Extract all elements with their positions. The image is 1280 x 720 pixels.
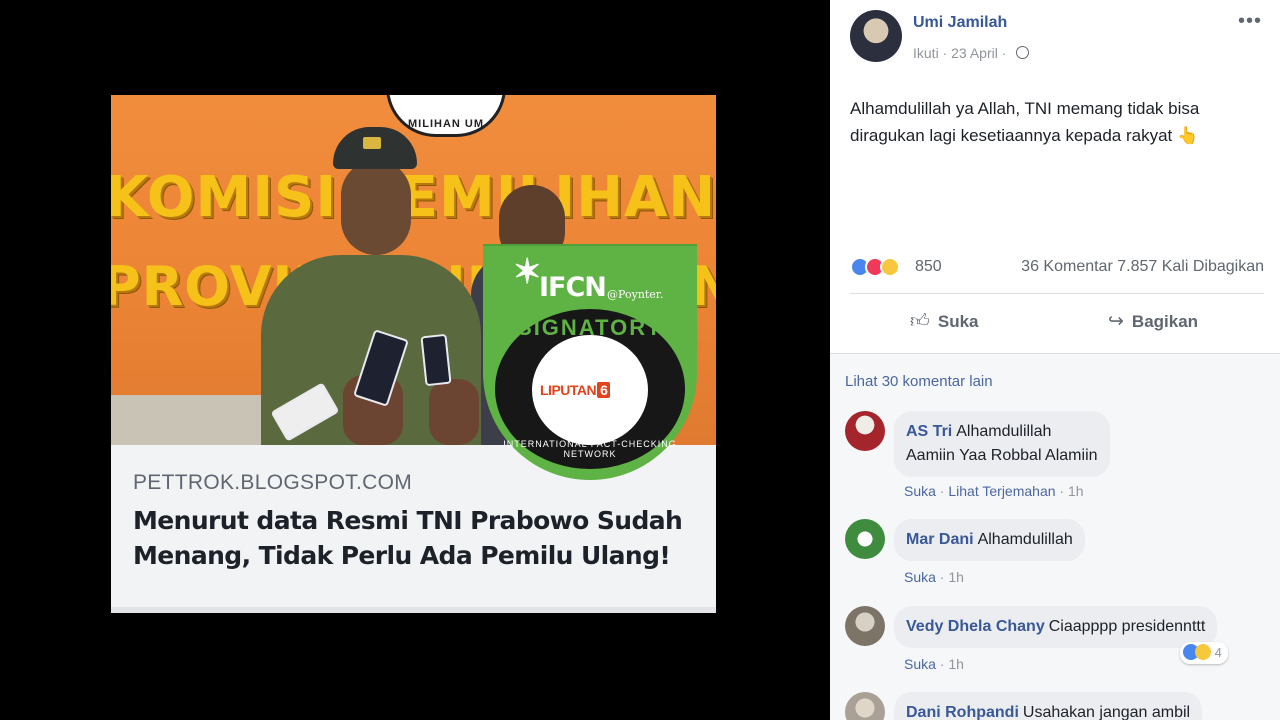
comment-reaction-count: 4 <box>1214 645 1222 660</box>
ifcn-ring: SIGNATORY LIPUTAN 6 INTERNATIONAL FACT-CH… <box>495 309 685 469</box>
author-name[interactable]: Umi Jamilah <box>913 14 1007 32</box>
commenter-avatar[interactable] <box>845 519 885 559</box>
commenter-name[interactable]: Dani Rohpandi <box>906 704 1019 720</box>
liputan6-logo-text: LIPUTAN <box>540 382 597 398</box>
comment-translate-link[interactable]: Lihat Terjemahan <box>948 483 1055 499</box>
wall-sign-line1: KOMISI PEMILIHAN UMUM <box>111 165 716 230</box>
comment-bubble: Mar Dani Alhamdulillah <box>894 519 1085 561</box>
haha-reaction-icon <box>880 257 900 277</box>
divider <box>850 293 1264 294</box>
reporter-hand <box>429 379 479 445</box>
comments-section: Lihat 30 komentar lain AS Tri Alhamdulill… <box>830 353 1280 720</box>
post-date[interactable]: 23 April <box>951 45 998 61</box>
commenter-avatar[interactable] <box>845 606 885 646</box>
comment-like-link[interactable]: Suka <box>904 656 936 672</box>
comment-like-link[interactable]: Suka <box>904 569 936 585</box>
meta-separator: · <box>942 45 952 61</box>
comment-share-stats[interactable]: 36 Komentar 7.857 Kali Dibagikan <box>1021 258 1264 276</box>
comment-text: Alhamdulillah <box>956 423 1052 440</box>
more-icon[interactable]: ••• <box>1238 10 1262 33</box>
comment-text: Aamiin Yaa Robbal Alamiin <box>906 447 1098 464</box>
post-meta: Ikuti · 23 April · <box>913 45 1030 61</box>
phone-recorder <box>420 333 452 387</box>
view-more-comments-link[interactable]: Lihat 30 komentar lain <box>845 373 993 390</box>
ifcn-network-text: INTERNATIONAL FACT-CHECKING NETWORK <box>503 439 677 459</box>
globe-icon <box>1016 46 1030 59</box>
officer-cap <box>333 127 417 169</box>
comment-time[interactable]: 1h <box>948 569 964 585</box>
comment-time[interactable]: 1h <box>1068 483 1084 499</box>
haha-reaction-icon <box>1195 644 1211 660</box>
comment-text: Ciaapppp presidennttt <box>1048 618 1206 635</box>
share-arrow-icon: ↪ <box>1108 311 1124 332</box>
like-button[interactable]: 👍︎ Suka <box>910 310 979 336</box>
commenter-name[interactable]: Vedy Dhela Chany <box>906 618 1045 635</box>
liputan6-logo-number: 6 <box>597 382 611 398</box>
share-button-label: Bagikan <box>1131 312 1199 331</box>
follow-link[interactable]: Ikuti <box>913 45 939 61</box>
comment-actions: Suka · Lihat Terjemahan · 1h <box>904 483 1084 499</box>
meta-separator: · <box>1001 45 1011 61</box>
comment-reactions[interactable]: 4 <box>1180 642 1228 664</box>
officer-head <box>341 160 411 255</box>
like-button-label: Suka <box>937 312 979 331</box>
commenter-avatar[interactable] <box>845 411 885 451</box>
share-button[interactable]: ↪ Bagikan <box>1108 310 1198 336</box>
commenter-avatar[interactable] <box>845 692 885 720</box>
post-text: Alhamdulillah ya Allah, TNI memang tidak… <box>850 99 1200 145</box>
comment-actions: Suka · 1h <box>904 656 964 672</box>
card-footer-bar <box>111 607 716 613</box>
comment-bubble: Vedy Dhela Chany Ciaapppp presidennttt <box>894 606 1218 648</box>
commenter-name[interactable]: Mar Dani <box>906 531 974 548</box>
comment-bubble: AS Tri Alhamdulillah Aamiin Yaa Robbal Al… <box>894 411 1110 477</box>
commenter-name[interactable]: AS Tri <box>906 423 952 440</box>
ifcn-member-seal: LIPUTAN 6 <box>532 335 648 445</box>
link-title[interactable]: Menurut data Resmi TNI Prabowo Sudah Men… <box>133 503 694 573</box>
comment-text: Alhamdulillah <box>977 531 1073 548</box>
kpu-logo: MILIHAN UM <box>386 95 506 137</box>
post-panel: Umi Jamilah Ikuti · 23 April · ••• Alham… <box>830 0 1280 720</box>
ifcn-poynter: @Poynter. <box>607 288 664 301</box>
comment-like-link[interactable]: Suka <box>904 483 936 499</box>
comment-actions: Suka · 1h <box>904 569 964 585</box>
ifcn-star-icon: ✶ <box>513 253 542 291</box>
kpu-logo-text: MILIHAN UM <box>408 118 484 130</box>
comment-bubble: Dani Rohpandi Usahakan jangan ambil <box>894 692 1203 720</box>
reaction-count: 850 <box>915 258 942 275</box>
ifcn-signatory-badge: ✶ IFCN @Poynter. SIGNATORY LIPUTAN 6 INTE… <box>483 244 697 480</box>
author-avatar[interactable] <box>850 10 902 62</box>
thumbs-up-icon: 👍︎ <box>910 311 930 332</box>
comment-text: Usahakan jangan ambil <box>1022 704 1191 720</box>
comment-time[interactable]: 1h <box>948 656 964 672</box>
ifcn-name: IFCN <box>539 272 607 303</box>
liputan6-logo: LIPUTAN 6 <box>540 382 611 398</box>
photo-viewer: MILIHAN UM KOMISI PEMILIHAN UMUM PROVINS… <box>0 0 830 720</box>
